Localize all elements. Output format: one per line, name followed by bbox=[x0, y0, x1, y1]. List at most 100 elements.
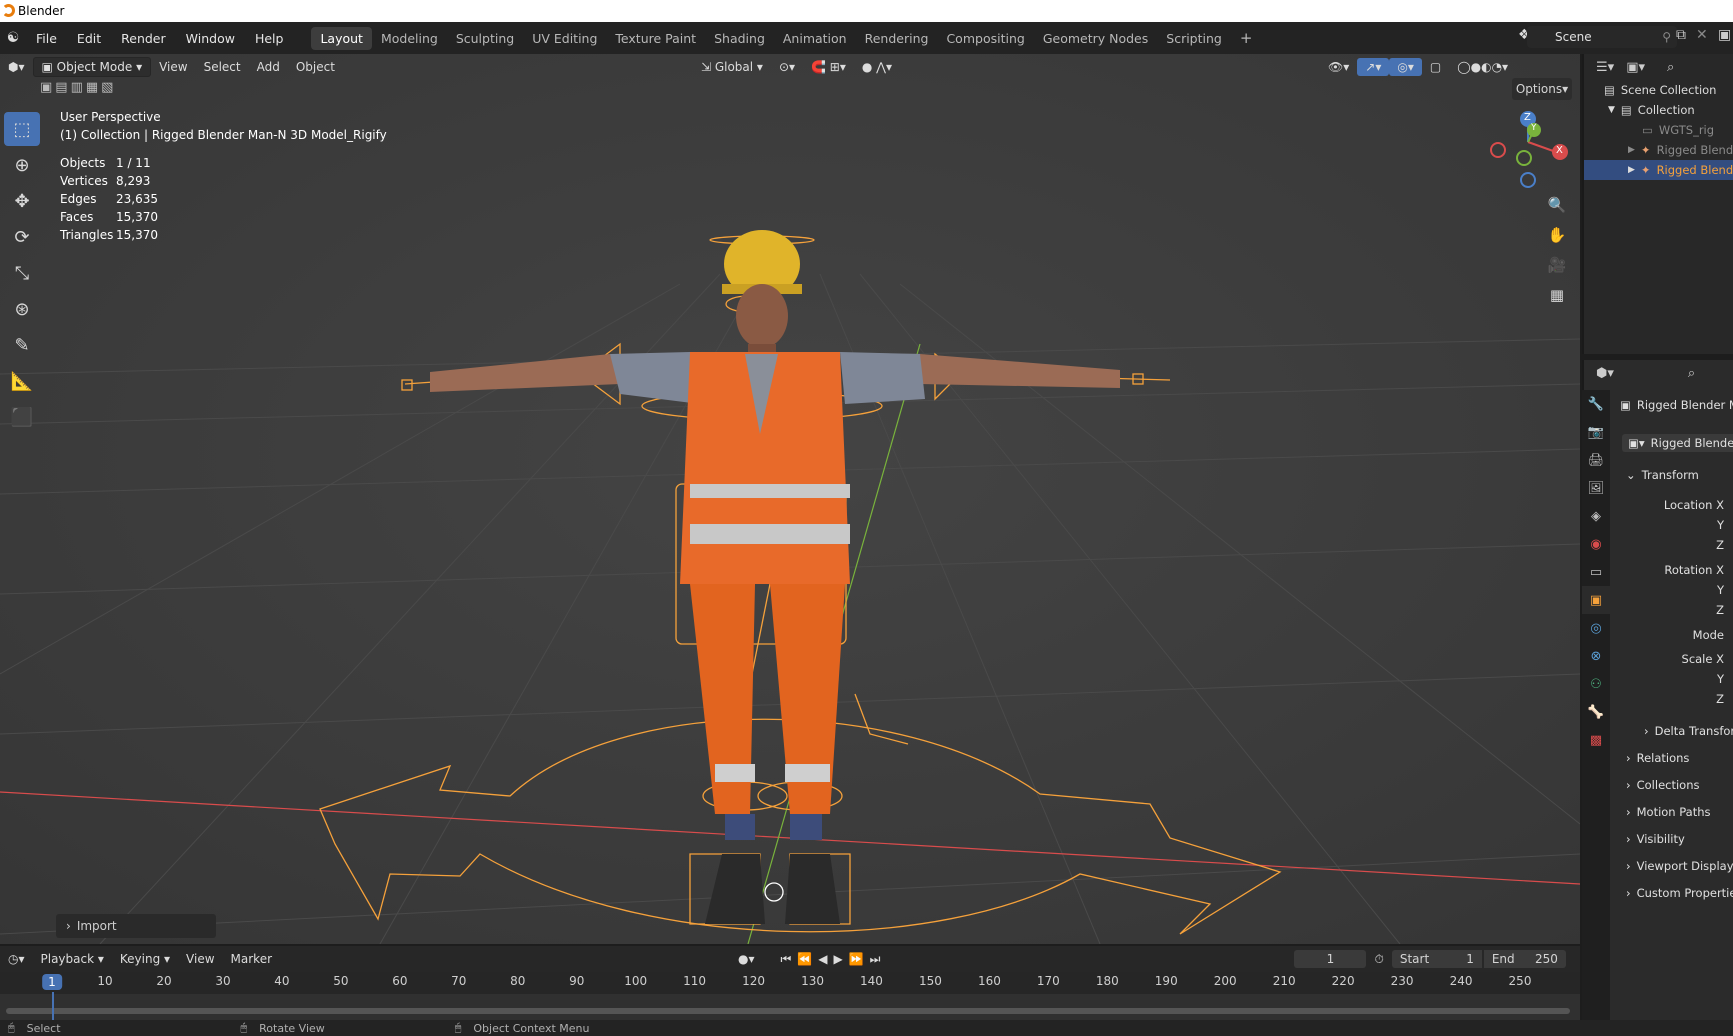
zoom-icon[interactable]: 🔍 bbox=[1543, 191, 1571, 219]
annotate-tool-icon[interactable]: ✎ bbox=[4, 328, 40, 362]
constraints-tab-icon[interactable]: ⊗ bbox=[1582, 642, 1610, 670]
current-frame-field[interactable]: 1 bbox=[1294, 950, 1367, 968]
menu-file[interactable]: File bbox=[26, 31, 67, 46]
add-cube-tool-icon[interactable]: ⬛ bbox=[4, 400, 40, 434]
measure-tool-icon[interactable]: 📐 bbox=[4, 364, 40, 398]
data-name-field[interactable]: ▣▾ Rigged Blender bbox=[1622, 434, 1733, 452]
expand-arrow-icon[interactable]: ▼ bbox=[1608, 105, 1615, 115]
menu-select[interactable]: Select bbox=[196, 58, 249, 76]
world-tab-icon[interactable]: ◉ bbox=[1582, 530, 1610, 558]
frame-ruler[interactable]: 1 10 20 30 40 50 60 70 80 90 100 110 120 130 140 150 160… bbox=[0, 972, 1580, 994]
shading-modes-icon[interactable]: ◯●◐◔▾ bbox=[1449, 58, 1516, 76]
tab-uv-editing[interactable]: UV Editing bbox=[523, 27, 606, 50]
relations-panel[interactable]: › Relations bbox=[1626, 751, 1689, 765]
select-mode-icons[interactable]: ▣▤▥▦▧ bbox=[40, 80, 116, 95]
object-tab-icon[interactable]: ▣ bbox=[1582, 586, 1610, 614]
texture-tab-icon[interactable]: ▩ bbox=[1582, 726, 1610, 754]
pin-icon[interactable]: ⚲ bbox=[1662, 30, 1671, 44]
pan-hand-icon[interactable]: ✋ bbox=[1543, 221, 1571, 249]
outliner-search-icon[interactable]: ⌕ bbox=[1667, 60, 1674, 75]
tab-animation[interactable]: Animation bbox=[774, 27, 856, 50]
render-tab-icon[interactable]: 📷 bbox=[1582, 418, 1610, 446]
pivot-point-icon[interactable]: ⊙▾ bbox=[771, 58, 803, 76]
cursor-tool-icon[interactable]: ⊕ bbox=[4, 148, 40, 182]
gizmo-toggle-icon[interactable]: ↗▾ bbox=[1357, 58, 1390, 76]
menu-playback[interactable]: Playback ▾ bbox=[33, 950, 112, 968]
visibility-icon[interactable]: 👁▾ bbox=[1320, 58, 1357, 76]
transform-panel-header[interactable]: ⌄ Transform bbox=[1626, 468, 1699, 482]
playback-controls[interactable]: ⏮⏪◀▶⏩⏭ bbox=[773, 950, 895, 969]
expand-arrow-icon[interactable]: ▶ bbox=[1628, 145, 1635, 155]
outliner-item[interactable]: ▭ WGTS_rig bbox=[1584, 120, 1733, 140]
output-tab-icon[interactable]: 🖨 bbox=[1582, 446, 1610, 474]
outliner-item[interactable]: ▤ Scene Collection bbox=[1584, 80, 1733, 100]
outliner-display-mode-icon[interactable]: ☰▾ bbox=[1596, 60, 1614, 75]
scene-selector[interactable]: Scene ⚲ bbox=[1527, 26, 1677, 48]
end-frame-field[interactable]: End 250 bbox=[1483, 950, 1566, 968]
collection-tab-icon[interactable]: ▭ bbox=[1582, 558, 1610, 586]
outliner-filter-icon[interactable]: ▣▾ bbox=[1626, 60, 1645, 75]
scale-tool-icon[interactable]: ⤡ bbox=[4, 256, 40, 290]
object-name-field[interactable]: ▣ Rigged Blender M bbox=[1620, 398, 1733, 412]
menu-window[interactable]: Window bbox=[176, 31, 245, 46]
mode-selector[interactable]: ▣ Object Mode ▾ bbox=[32, 57, 152, 77]
menu-edit[interactable]: Edit bbox=[67, 31, 111, 46]
snap-icon[interactable]: 🧲 ⊞▾ bbox=[803, 58, 854, 76]
view-layer-icon[interactable]: ▣ bbox=[1718, 27, 1731, 43]
collections-panel[interactable]: › Collections bbox=[1626, 778, 1699, 792]
menu-marker[interactable]: Marker bbox=[223, 950, 280, 968]
outliner-item[interactable]: ▼ ▤ Collection bbox=[1584, 100, 1733, 120]
properties-editor-type-icon[interactable]: ⬢▾ bbox=[1596, 366, 1614, 381]
tab-layout[interactable]: Layout bbox=[311, 26, 372, 50]
scene-tab-icon[interactable]: ◈ bbox=[1582, 502, 1610, 530]
tab-rendering[interactable]: Rendering bbox=[856, 27, 938, 50]
tab-scripting[interactable]: Scripting bbox=[1157, 27, 1231, 50]
menu-help[interactable]: Help bbox=[245, 31, 294, 46]
record-keyframe-icon[interactable]: ●▾ bbox=[730, 950, 763, 968]
last-operator-panel[interactable]: › Import bbox=[56, 914, 216, 938]
transform-tool-icon[interactable]: ⊛ bbox=[4, 292, 40, 326]
editor-type-icon[interactable]: ⬢▾ bbox=[0, 58, 33, 76]
timeline-scrollbar[interactable] bbox=[6, 1008, 1570, 1014]
object-data-tab-icon[interactable]: ⚇ bbox=[1582, 670, 1610, 698]
menu-render[interactable]: Render bbox=[111, 31, 176, 46]
add-workspace-button[interactable]: + bbox=[1231, 25, 1262, 51]
start-frame-field[interactable]: Start 1 bbox=[1391, 950, 1482, 968]
select-box-tool-icon[interactable]: ⬚ bbox=[4, 112, 40, 146]
outliner-item[interactable]: ▶ ✦ Rigged Blend bbox=[1584, 140, 1733, 160]
menu-add[interactable]: Add bbox=[249, 58, 288, 76]
transform-orientation-dropdown[interactable]: ⇲ Global ▾ bbox=[693, 58, 771, 76]
visibility-panel[interactable]: › Visibility bbox=[1626, 832, 1685, 846]
properties-search-icon[interactable]: ⌕ bbox=[1688, 366, 1695, 381]
motion-paths-panel[interactable]: › Motion Paths bbox=[1626, 805, 1711, 819]
menu-keying[interactable]: Keying ▾ bbox=[112, 950, 178, 968]
proportional-editing-icon[interactable]: ● ⋀▾ bbox=[854, 58, 900, 76]
outliner-item-selected[interactable]: ▶ ✦ Rigged Blend bbox=[1584, 160, 1733, 180]
playhead-line[interactable] bbox=[52, 992, 54, 1020]
bone-tab-icon[interactable]: 🦴 bbox=[1582, 698, 1610, 726]
viewport-display-panel[interactable]: › Viewport Display bbox=[1626, 859, 1733, 873]
tab-compositing[interactable]: Compositing bbox=[937, 27, 1033, 50]
menu-timeline-view[interactable]: View bbox=[178, 950, 222, 968]
viewport-3d[interactable] bbox=[0, 54, 1580, 944]
rotate-tool-icon[interactable]: ⟳ bbox=[4, 220, 40, 254]
camera-icon[interactable]: 🎥 bbox=[1543, 251, 1571, 279]
xray-icon[interactable]: ▢ bbox=[1422, 58, 1449, 76]
overlay-toggle-icon[interactable]: ◎▾ bbox=[1389, 58, 1422, 76]
tab-sculpting[interactable]: Sculpting bbox=[447, 27, 523, 50]
timeline-editor-type-icon[interactable]: ◷▾ bbox=[0, 950, 33, 968]
tab-texture-paint[interactable]: Texture Paint bbox=[606, 27, 705, 50]
ortho-grid-icon[interactable]: ▦ bbox=[1543, 281, 1571, 309]
custom-properties-panel[interactable]: › Custom Properties bbox=[1626, 886, 1733, 900]
move-tool-icon[interactable]: ✥ bbox=[4, 184, 40, 218]
delta-transform-panel[interactable]: › Delta Transform bbox=[1644, 724, 1733, 738]
preview-range-icon[interactable]: ⏱ bbox=[1374, 952, 1383, 967]
timeline-area[interactable]: 1 10 20 30 40 50 60 70 80 90 100 110 120 130 140 150 160… bbox=[0, 972, 1580, 1020]
view-layer-tab-icon[interactable]: 🖼 bbox=[1582, 474, 1610, 502]
delete-scene-icon[interactable]: ✕ bbox=[1696, 27, 1708, 43]
tab-geometry-nodes[interactable]: Geometry Nodes bbox=[1034, 27, 1157, 50]
tool-tab-icon[interactable]: 🔧 bbox=[1582, 390, 1610, 418]
tab-modeling[interactable]: Modeling bbox=[372, 27, 447, 50]
expand-arrow-icon[interactable]: ▶ bbox=[1628, 165, 1635, 175]
options-dropdown[interactable]: Options ▾ bbox=[1512, 78, 1572, 100]
